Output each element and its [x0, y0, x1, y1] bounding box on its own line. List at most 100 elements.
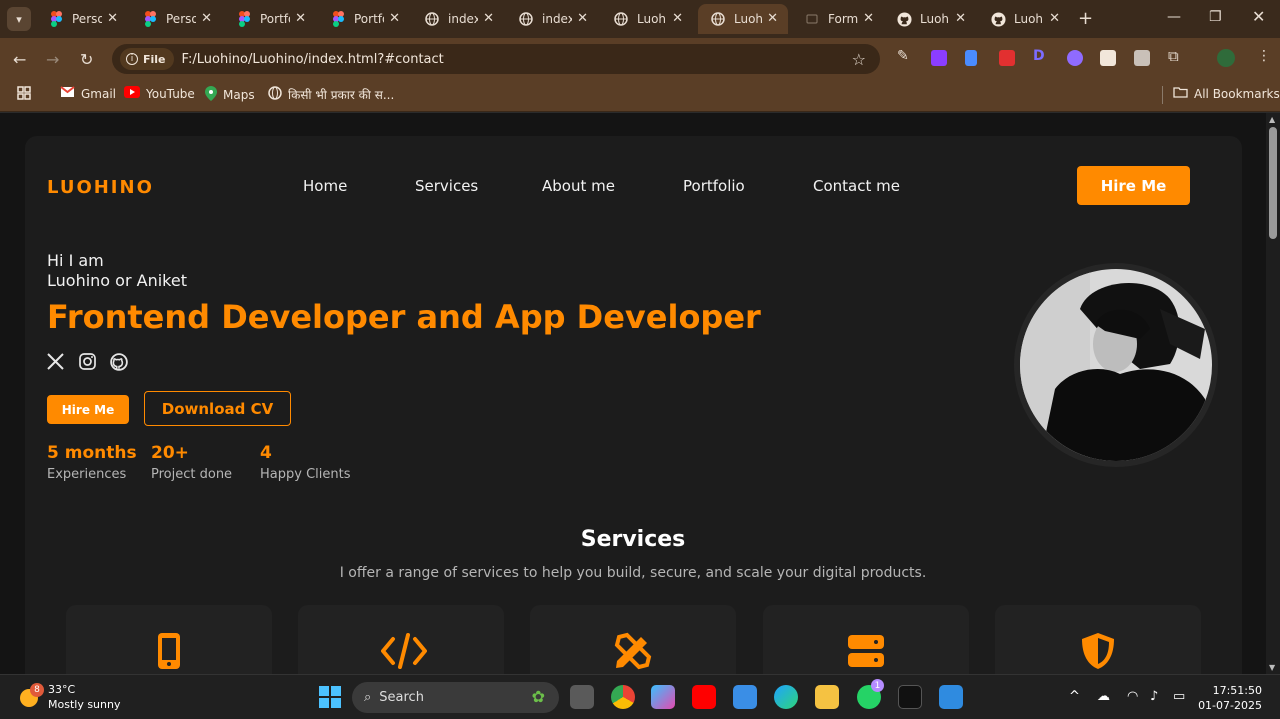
tab-label: Luohino [637, 12, 667, 26]
youtube-app-icon[interactable] [692, 685, 716, 709]
close-icon[interactable]: ✕ [863, 11, 874, 26]
service-card-server[interactable] [763, 605, 969, 674]
tab[interactable]: Luohino ✕ [978, 4, 1070, 34]
extension-icon[interactable]: D [1033, 48, 1049, 64]
onedrive-icon[interactable]: ☁ [1097, 689, 1110, 704]
nav-contact[interactable]: Contact me [813, 177, 900, 195]
bookmark-gmail[interactable]: Gmail [60, 86, 116, 101]
tab[interactable]: Personal ✕ [36, 4, 128, 34]
nav-about[interactable]: About me [542, 177, 615, 195]
all-bookmarks[interactable]: All Bookmarks [1173, 86, 1280, 101]
task-view-icon[interactable] [570, 685, 594, 709]
scrollbar-thumb[interactable] [1269, 127, 1277, 239]
bookmark-star-icon[interactable]: ☆ [852, 50, 866, 69]
edge-icon[interactable] [774, 685, 798, 709]
tray-chevron-icon[interactable]: ^ [1069, 689, 1080, 704]
windows-start-icon[interactable] [318, 685, 342, 709]
avatar[interactable] [1217, 49, 1235, 67]
tab[interactable]: Portfolio ✕ [318, 4, 410, 34]
clock[interactable]: 17:51:50 01-07-2025 [1198, 683, 1262, 713]
new-tab-button[interactable]: + [1078, 8, 1093, 29]
x-twitter-icon[interactable] [47, 353, 67, 373]
minimize-button[interactable]: — [1167, 9, 1181, 25]
puzzle-icon[interactable]: ⧉ [1168, 47, 1184, 65]
weather-widget[interactable]: 8 33°C Mostly sunny [18, 683, 120, 711]
close-icon[interactable]: ✕ [767, 11, 778, 26]
volume-icon[interactable]: ♪ [1150, 689, 1158, 704]
close-icon[interactable]: ✕ [295, 11, 306, 26]
service-card-security[interactable] [995, 605, 1201, 674]
close-icon[interactable]: ✕ [672, 11, 683, 26]
close-icon[interactable]: ✕ [201, 11, 212, 26]
extension-icon[interactable] [1134, 50, 1150, 66]
chrome-icon[interactable] [611, 685, 635, 709]
tab[interactable]: Form ✕ [792, 4, 884, 34]
tab-active[interactable]: Luohino ✕ [698, 4, 788, 34]
instagram-icon[interactable] [79, 353, 99, 373]
extension-icon[interactable] [1100, 50, 1116, 66]
figma-icon [330, 11, 346, 27]
tab[interactable]: Luohino ✕ [884, 4, 976, 34]
bookmark-hindi[interactable]: किसी भी प्रकार की स... [268, 86, 394, 103]
tab[interactable]: Luohino ✕ [601, 4, 693, 34]
weather-temp: 33°C [48, 683, 76, 696]
service-card-mobile[interactable] [66, 605, 272, 674]
close-icon[interactable]: ✕ [107, 11, 118, 26]
web-page: LUOHINO Home Services About me Portfolio… [0, 113, 1266, 674]
wifi-icon[interactable]: ◠ [1127, 689, 1138, 704]
headline: Frontend Developer and App Developer [47, 298, 761, 336]
app-icon[interactable] [898, 685, 922, 709]
whatsapp-icon[interactable]: 1 [857, 679, 884, 709]
site-info-chip[interactable]: i File [120, 48, 174, 70]
more-menu-icon[interactable]: ⋮ [1257, 48, 1273, 64]
service-card-code[interactable] [298, 605, 504, 674]
page-scrollbar[interactable]: ▲ ▼ [1266, 113, 1280, 674]
copilot-icon[interactable] [651, 685, 675, 709]
scroll-up-arrow[interactable]: ▲ [1269, 115, 1275, 124]
tab-list-button[interactable]: ▾ [7, 7, 31, 31]
extension-icon[interactable] [965, 50, 977, 66]
design-tools-icon [614, 632, 652, 670]
maps-pin-icon [205, 86, 217, 104]
back-button[interactable]: ← [13, 50, 26, 69]
hire-me-button[interactable]: Hire Me [47, 395, 129, 424]
stat-value: 4 [260, 443, 272, 463]
site-logo[interactable]: LUOHINO [47, 177, 154, 198]
nav-portfolio[interactable]: Portfolio [683, 177, 745, 195]
forward-button[interactable]: → [46, 50, 59, 69]
reload-button[interactable]: ↻ [80, 50, 93, 69]
bookmark-maps[interactable]: Maps [205, 86, 255, 104]
tab[interactable]: index ✕ [412, 4, 504, 34]
close-icon[interactable]: ✕ [389, 11, 400, 26]
store-icon[interactable] [733, 685, 757, 709]
extension-icon[interactable] [931, 50, 947, 66]
eyedropper-icon[interactable]: ✎ [897, 48, 913, 64]
close-icon[interactable]: ✕ [955, 11, 966, 26]
nav-home[interactable]: Home [303, 177, 347, 195]
file-explorer-icon[interactable] [815, 685, 839, 709]
close-icon[interactable]: ✕ [483, 11, 494, 26]
download-cv-button[interactable]: Download CV [144, 391, 291, 426]
figma-icon [236, 11, 252, 27]
bookmark-youtube[interactable]: YouTube [124, 86, 195, 101]
taskbar-search[interactable]: ⌕ Search ✿ [352, 682, 559, 713]
maximize-button[interactable]: ❐ [1209, 9, 1222, 25]
hire-me-nav-button[interactable]: Hire Me [1077, 166, 1190, 205]
extension-icon[interactable] [1067, 50, 1083, 66]
folder-icon [1173, 86, 1188, 101]
github-icon[interactable] [110, 353, 130, 373]
battery-icon[interactable]: ▭ [1173, 689, 1185, 704]
scroll-down-arrow[interactable]: ▼ [1269, 663, 1275, 672]
photos-icon[interactable] [939, 685, 963, 709]
service-card-design[interactable] [530, 605, 736, 674]
tab[interactable]: Personal ✕ [130, 4, 222, 34]
apps-grid-icon[interactable] [17, 86, 31, 100]
close-window-button[interactable]: ✕ [1252, 7, 1265, 26]
nav-services[interactable]: Services [415, 177, 478, 195]
tab[interactable]: Portfolio ✕ [224, 4, 316, 34]
tab[interactable]: index ✕ [506, 4, 598, 34]
address-bar[interactable]: i File F:/Luohino/Luohino/index.html?#co… [112, 44, 880, 74]
extension-icon[interactable] [999, 50, 1015, 66]
close-icon[interactable]: ✕ [577, 11, 588, 26]
close-icon[interactable]: ✕ [1049, 11, 1060, 26]
